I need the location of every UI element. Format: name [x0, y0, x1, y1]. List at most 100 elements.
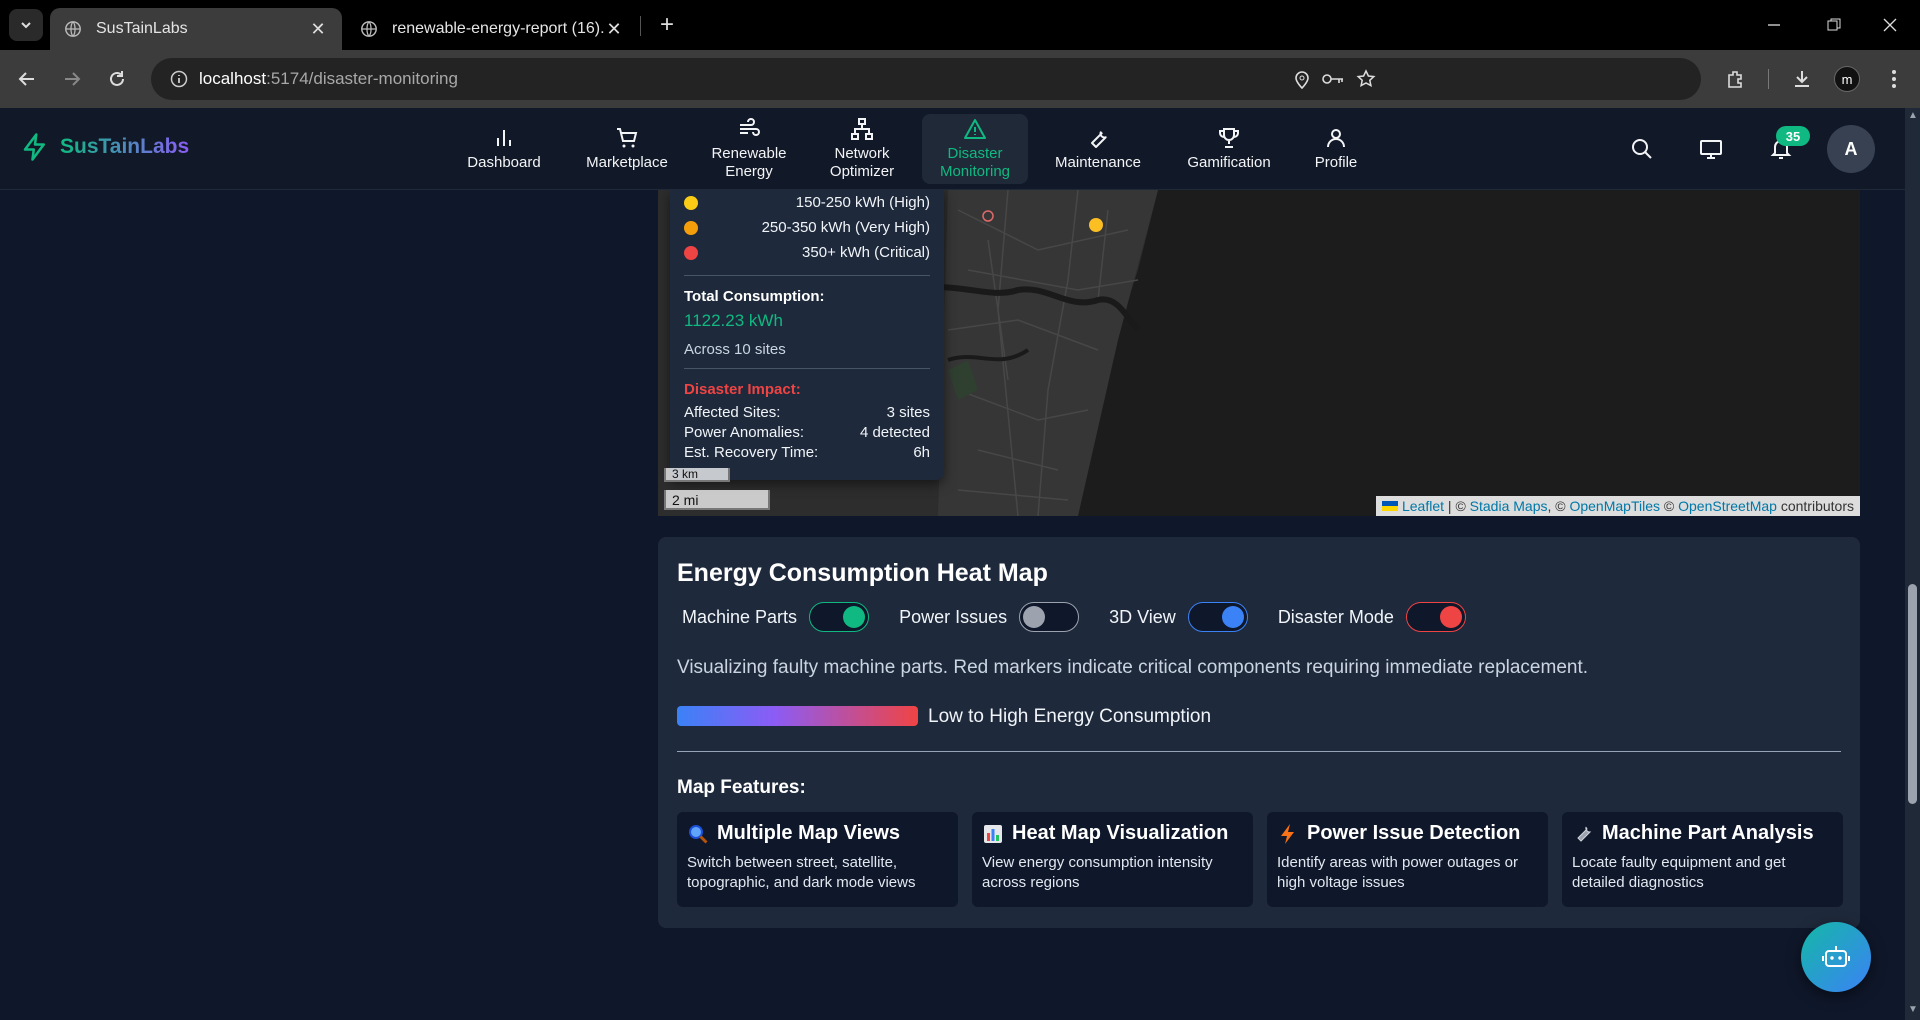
download-icon[interactable] — [1786, 63, 1818, 95]
chevron-down-icon — [21, 22, 31, 29]
toggle-disaster-mode: Disaster Mode — [1278, 602, 1466, 632]
forward-arrow-icon[interactable] — [56, 63, 88, 95]
browser-tab[interactable]: renewable-energy-report (16).p ✕ — [346, 8, 638, 50]
nav-label: Maintenance — [1055, 154, 1141, 171]
lightning-icon — [1277, 823, 1299, 845]
close-icon[interactable]: ✕ — [604, 19, 624, 40]
back-arrow-icon[interactable] — [11, 63, 43, 95]
search-icon[interactable] — [1627, 134, 1657, 164]
url-text: localhost:5174/disaster-monitoring — [199, 69, 458, 89]
scale-mi: 2 mi — [664, 490, 770, 510]
nav-gamification[interactable]: Gamification — [1178, 114, 1280, 184]
nav-renewable-energy[interactable]: Renewable Energy — [704, 114, 794, 184]
feature-desc: Switch between street, satellite, topogr… — [687, 854, 916, 891]
nav-disaster-monitoring[interactable]: Disaster Monitoring — [922, 114, 1028, 184]
extension-avatar: m — [1834, 66, 1860, 92]
feature-card: Heat Map Visualization View energy consu… — [972, 812, 1253, 907]
impact-row: Power Anomalies: 4 detected — [684, 424, 930, 444]
trophy-icon — [1219, 128, 1239, 148]
card-divider — [677, 751, 1841, 752]
nav-profile[interactable]: Profile — [1305, 114, 1367, 184]
profile-extension[interactable]: m — [1831, 63, 1863, 95]
scroll-up-icon[interactable]: ▲ — [1908, 110, 1918, 121]
menu-dots-icon[interactable] — [1878, 63, 1910, 95]
location-pin-icon[interactable] — [1290, 67, 1314, 91]
nav-label: Energy — [725, 163, 773, 180]
leaflet-link[interactable]: Leaflet — [1402, 498, 1444, 514]
robot-icon — [1822, 946, 1850, 967]
gradient-label: Low to High Energy Consumption — [928, 706, 1212, 727]
legend-label: 250-350 kWh (Very High) — [761, 219, 930, 236]
extensions-icon[interactable] — [1720, 63, 1752, 95]
magnifier-icon — [687, 823, 709, 845]
wrench-icon — [1091, 131, 1107, 148]
toggle-label: 3D View — [1109, 606, 1176, 627]
nav-maintenance[interactable]: Maintenance — [1046, 114, 1150, 184]
switch-knob — [843, 606, 866, 628]
nav-marketplace[interactable]: Marketplace — [577, 114, 677, 184]
impact-value: 6h — [913, 444, 930, 461]
site-info-icon[interactable] — [159, 70, 199, 88]
feature-title: Heat Map Visualization — [1012, 822, 1229, 844]
browser-tab-active[interactable]: SusTainLabs ✕ — [50, 8, 342, 50]
feature-title: Power Issue Detection — [1307, 822, 1521, 844]
openmaptiles-link[interactable]: OpenMapTiles — [1569, 498, 1660, 514]
nav-label: Renewable — [711, 145, 787, 162]
globe-icon — [361, 21, 377, 37]
monitor-icon[interactable] — [1696, 134, 1726, 164]
minimize-icon[interactable] — [1744, 0, 1804, 50]
feature-desc: View energy consumption intensity across… — [982, 854, 1213, 891]
stadia-link[interactable]: Stadia Maps — [1470, 498, 1548, 514]
warning-icon — [964, 119, 986, 139]
scroll-down-icon[interactable]: ▼ — [1908, 1004, 1918, 1015]
3d-view-switch[interactable] — [1187, 602, 1248, 632]
power-issues-switch[interactable] — [1019, 602, 1080, 632]
map-container[interactable]: 150-250 kWh (High) 250-350 kWh (Very Hig… — [658, 190, 1860, 516]
chatbot-button[interactable] — [1801, 922, 1871, 992]
impact-key: Est. Recovery Time: — [684, 444, 819, 461]
tab-title: SusTainLabs — [96, 20, 188, 37]
reload-icon[interactable] — [101, 63, 133, 95]
tab-divider — [640, 16, 641, 36]
url-host: localhost — [199, 69, 267, 88]
nav-label: Network — [834, 145, 890, 162]
nav-label: Profile — [1314, 154, 1358, 171]
key-icon[interactable] — [1321, 67, 1345, 91]
map-legend: 150-250 kWh (High) 250-350 kWh (Very Hig… — [670, 190, 944, 480]
switch-knob — [1439, 606, 1462, 628]
avatar[interactable]: A — [1827, 125, 1875, 173]
close-window-icon[interactable] — [1860, 0, 1920, 50]
nav-network-optimizer[interactable]: Network Optimizer — [818, 114, 906, 184]
attribution-text: contributors — [1776, 498, 1854, 514]
machine-parts-switch[interactable] — [809, 602, 870, 632]
toggle-label: Machine Parts — [682, 606, 798, 627]
address-bar[interactable]: localhost:5174/disaster-monitoring — [151, 58, 1701, 100]
switch-knob — [1221, 606, 1244, 628]
globe-icon — [65, 21, 81, 37]
brand-logo[interactable]: SusTainLabs — [20, 132, 189, 162]
openstreetmap-link[interactable]: OpenStreetMap — [1678, 498, 1777, 514]
scroll-thumb[interactable] — [1908, 584, 1917, 804]
nav-dashboard[interactable]: Dashboard — [458, 114, 550, 184]
tab-search-button[interactable] — [9, 9, 43, 41]
toggle-machine-parts: Machine Parts — [682, 602, 870, 632]
toggle-power-issues: Power Issues — [899, 602, 1080, 632]
page-scrollbar[interactable]: ▲ ▼ — [1905, 108, 1920, 1020]
feature-card: Power Issue Detection Identify areas wit… — [1267, 812, 1548, 907]
scale-km: 3 km — [664, 468, 730, 482]
brand-name: SusTainLabs — [60, 135, 190, 158]
new-tab-button[interactable]: + — [651, 9, 683, 41]
impact-row: Affected Sites: 3 sites — [684, 404, 930, 424]
legend-label: 150-250 kWh (High) — [795, 194, 930, 211]
switch-knob — [1023, 606, 1046, 628]
restore-icon[interactable] — [1804, 0, 1864, 50]
consumption-gradient-bar — [677, 706, 918, 726]
star-icon[interactable] — [1354, 67, 1378, 91]
nav-label: Dashboard — [467, 154, 541, 171]
disaster-mode-switch[interactable] — [1405, 602, 1466, 632]
wind-icon — [740, 118, 760, 136]
toggle-label: Disaster Mode — [1277, 606, 1394, 627]
legend-dot — [684, 245, 698, 260]
close-icon[interactable]: ✕ — [308, 19, 328, 40]
nav-label: Gamification — [1187, 154, 1271, 171]
